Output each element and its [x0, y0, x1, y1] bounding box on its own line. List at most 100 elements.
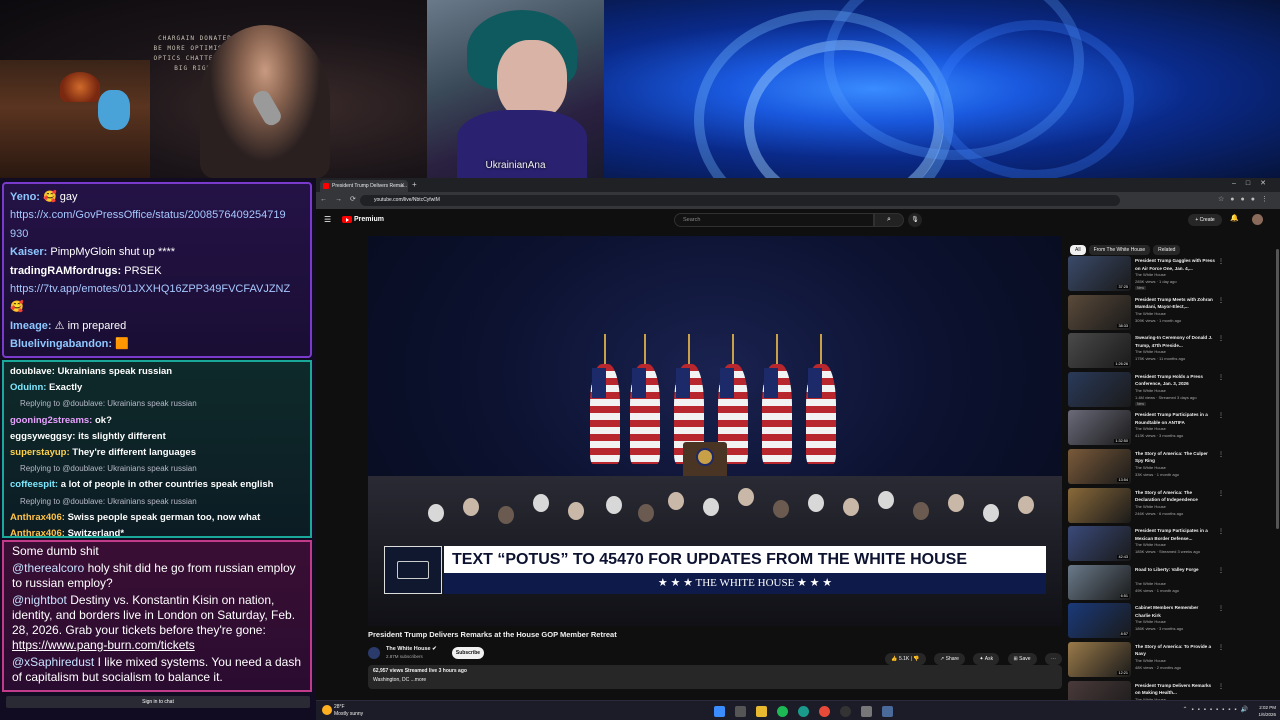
more-options-icon[interactable]: ⋮ — [1218, 451, 1224, 458]
video-title[interactable]: Cabinet Members Remember Charlie Kirk — [1135, 604, 1215, 619]
create-button[interactable]: + Create — [1188, 214, 1222, 226]
video-thumbnail[interactable]: 42:43 — [1068, 526, 1131, 562]
extension-icons[interactable]: ☆●●●⋮ — [1218, 195, 1274, 203]
more-actions-button[interactable]: ⋯ — [1045, 653, 1062, 665]
channel-name[interactable]: The White House — [1135, 581, 1166, 586]
channel-name[interactable]: The White House — [1135, 426, 1166, 431]
search-icon[interactable] — [734, 706, 746, 717]
recommended-video[interactable]: 37:25 President Trump Gaggles with Press … — [1068, 256, 1228, 295]
video-thumbnail[interactable]: 37:25 — [1068, 256, 1131, 291]
recommended-video[interactable]: 6:51 Road to Liberty: Valley Forge The Whi… — [1068, 564, 1228, 604]
recommended-video[interactable]: 42:43 President Trump Participates in a M… — [1068, 526, 1228, 565]
video-title[interactable]: Road to Liberty: Valley Forge — [1135, 566, 1215, 574]
youtube-logo[interactable]: Premium — [342, 215, 384, 225]
file-explorer-icon[interactable] — [755, 706, 767, 717]
more-options-icon[interactable]: ⋮ — [1218, 490, 1224, 497]
description-box[interactable]: 62,957 views Streamed live 3 hours ago W… — [368, 665, 1062, 689]
voice-search-icon[interactable]: 🎙 — [908, 213, 922, 227]
obs-icon[interactable] — [839, 706, 851, 717]
video-title[interactable]: President Trump Holds a Press Conference… — [1135, 373, 1215, 388]
recommended-video[interactable]: 1:32:50 President Trump Participates in a… — [1068, 410, 1228, 449]
weather-widget[interactable]: 28°F Mostly sunny — [322, 704, 363, 718]
page-scrollbar[interactable] — [1276, 249, 1279, 529]
channel-name[interactable]: The White House — [1135, 349, 1166, 354]
video-title[interactable]: President Trump Delivers Remarks on Maki… — [1135, 682, 1215, 697]
more-options-icon[interactable]: ⋮ — [1218, 683, 1224, 690]
browser-tab[interactable]: President Trump Delivers Rema... ✕ — [320, 180, 408, 192]
filter-chip[interactable]: All — [1070, 245, 1086, 255]
subscribe-button[interactable]: Subscribe — [452, 647, 484, 659]
clock[interactable]: 2:02 PM 1/6/2026 — [1258, 704, 1276, 718]
search-input[interactable]: Search — [674, 213, 874, 227]
video-player[interactable]: TEXT “POTUS” TO 45470 FOR UPDATES FROM T… — [368, 236, 1062, 626]
video-title[interactable]: The Story of America: The Culper Spy Rin… — [1135, 450, 1215, 465]
more-options-icon[interactable]: ⋮ — [1218, 374, 1224, 381]
recommended-video[interactable]: The Story of America: The Declaration of… — [1068, 487, 1228, 527]
edge-icon[interactable] — [797, 706, 809, 717]
more-options-icon[interactable]: ⋮ — [1218, 335, 1224, 342]
save-button[interactable]: ⊞ Save — [1007, 653, 1037, 665]
more-options-icon[interactable]: ⋮ — [1218, 605, 1224, 612]
channel-name[interactable]: The White House — [1135, 465, 1166, 470]
new-tab-button[interactable]: + — [412, 180, 417, 190]
system-tray[interactable]: ⌃▪▪▪▪▪▪▪▪🔊 — [1182, 706, 1252, 713]
recommended-video[interactable]: 13:54 The Story of America: The Culper Sp… — [1068, 448, 1228, 488]
chrome-icon[interactable] — [818, 706, 830, 717]
channel-name[interactable]: The White House — [1135, 619, 1166, 624]
more-options-icon[interactable]: ⋮ — [1218, 258, 1224, 265]
video-thumbnail[interactable]: 13:54 — [1068, 448, 1131, 484]
video-title[interactable]: The Story of America: The Declaration of… — [1135, 489, 1215, 504]
video-thumbnail[interactable]: 1:32:50 — [1068, 410, 1131, 446]
nav-buttons[interactable]: ←→⟳ — [320, 195, 364, 203]
channel-avatar[interactable] — [368, 647, 380, 659]
hamburger-menu-icon[interactable]: ☰ — [324, 215, 331, 224]
recommended-video[interactable]: 8:57 Cabinet Members Remember Charlie Kir… — [1068, 603, 1228, 642]
search-icon[interactable]: ⌕ — [874, 213, 904, 227]
recommended-video[interactable]: 38:33 President Trump Meets with Zohran M… — [1068, 294, 1228, 334]
app-icon[interactable] — [881, 706, 893, 717]
like-button[interactable]: 👍 5.1K | 👎 — [885, 653, 926, 665]
more-options-icon[interactable]: ⋮ — [1218, 528, 1224, 535]
video-thumbnail[interactable] — [1068, 371, 1131, 407]
more-options-icon[interactable]: ⋮ — [1218, 297, 1224, 304]
share-button[interactable]: ↗ Share — [934, 653, 965, 665]
recommended-video[interactable]: 1:26:26 Swearing-In Ceremony of Donald J.… — [1068, 333, 1228, 372]
video-thumbnail[interactable]: 38:33 — [1068, 294, 1131, 330]
video-title[interactable]: President Trump Gaggles with Press on Ai… — [1135, 257, 1215, 272]
notifications-bell-icon[interactable]: 🔔 — [1230, 214, 1239, 222]
video-title[interactable]: President Trump Participates in a Roundt… — [1135, 411, 1215, 426]
account-avatar[interactable] — [1252, 214, 1263, 225]
channel-name[interactable]: The White House — [1135, 658, 1166, 663]
video-title[interactable]: President Trump Participates in a Mexica… — [1135, 527, 1215, 542]
app-icon[interactable] — [860, 706, 872, 717]
video-thumbnail[interactable]: 6:51 — [1068, 564, 1131, 600]
video-title[interactable]: President Trump Meets with Zohran Mamdan… — [1135, 296, 1215, 311]
channel-name[interactable]: The White House — [1135, 272, 1166, 277]
more-options-icon[interactable]: ⋮ — [1218, 412, 1224, 419]
channel-name[interactable]: The White House — [1135, 388, 1166, 393]
ask-button[interactable]: ✦ Ask — [973, 653, 1000, 665]
recommended-video[interactable]: President Trump Holds a Press Conference… — [1068, 371, 1228, 411]
start-icon[interactable] — [714, 706, 725, 717]
channel-name[interactable]: The White House ✔ — [386, 646, 437, 652]
video-title[interactable]: The Story of America: To Provide a Navy — [1135, 643, 1215, 658]
video-thumbnail[interactable]: 8:57 — [1068, 603, 1131, 639]
video-thumbnail[interactable] — [1068, 487, 1131, 523]
window-controls[interactable]: –□✕ — [1232, 179, 1276, 187]
close-tab-icon[interactable]: ✕ — [400, 180, 405, 192]
url-field[interactable]: youtube.com/live/NbtcCyfwIM — [360, 195, 1120, 206]
channel-name[interactable]: The White House — [1135, 504, 1166, 509]
channel-name[interactable]: The White House — [1135, 542, 1166, 547]
more-options-icon[interactable]: ⋮ — [1218, 567, 1224, 574]
filter-chip[interactable]: From The White House — [1088, 245, 1151, 255]
more-options-icon[interactable]: ⋮ — [1218, 644, 1224, 651]
ticket-link[interactable]: https://www.pang-burn.com/tickets — [12, 638, 195, 652]
spotify-icon[interactable] — [776, 706, 788, 717]
chat-message[interactable]: 930 — [10, 225, 304, 243]
channel-name[interactable]: The White House — [1135, 311, 1166, 316]
video-thumbnail[interactable]: 12:21 — [1068, 641, 1131, 677]
chat-message[interactable]: https://7tv.app/emotes/01JXXHQ16ZPP349FV… — [10, 280, 304, 298]
filter-chip[interactable]: Related — [1153, 245, 1181, 255]
video-thumbnail[interactable]: 1:26:26 — [1068, 333, 1131, 369]
sign-in-to-chat-button[interactable]: Sign in to chat — [6, 696, 310, 708]
